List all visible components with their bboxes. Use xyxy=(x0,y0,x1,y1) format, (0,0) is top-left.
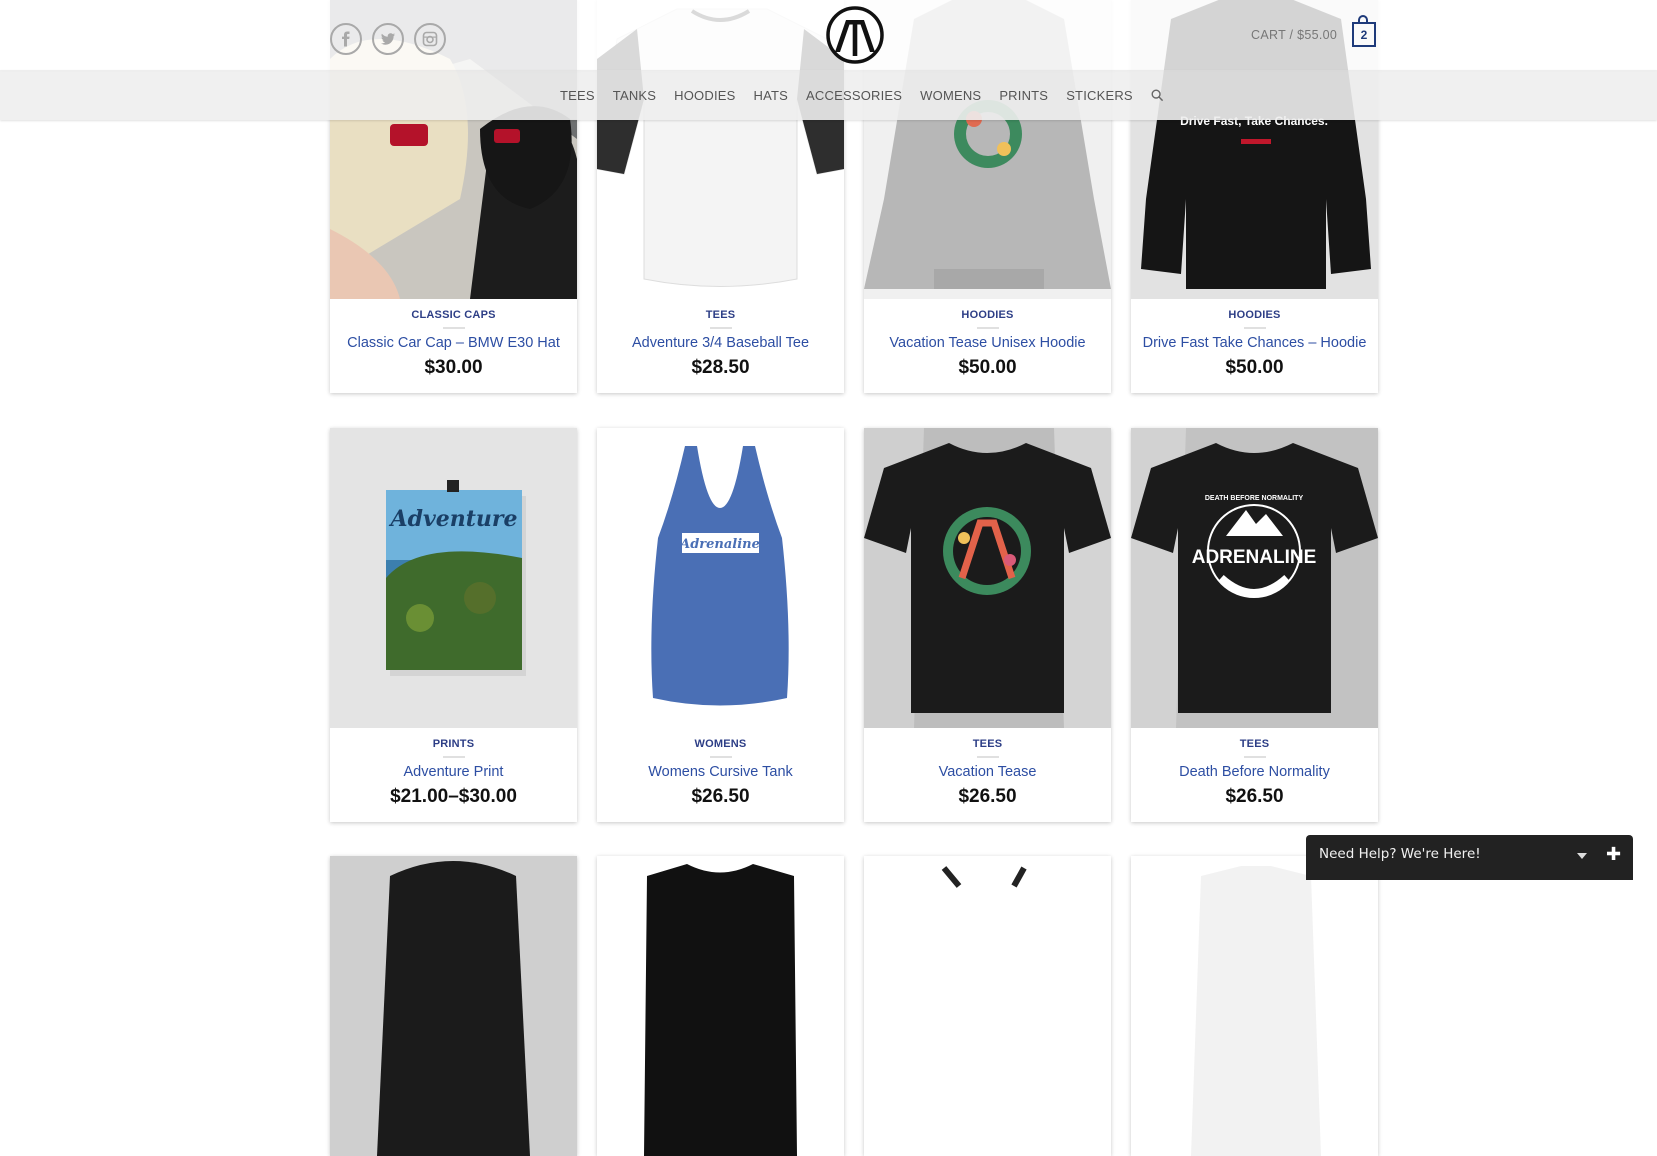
main-nav: TEES TANKS HOODIES HATS ACCESSORIES WOME… xyxy=(0,70,1657,120)
product-category[interactable]: WOMENS xyxy=(597,738,844,750)
chevron-down-icon[interactable] xyxy=(1577,853,1587,859)
divider xyxy=(442,756,465,758)
product-image[interactable] xyxy=(597,856,844,1156)
product-category[interactable]: TEES xyxy=(597,309,844,321)
tank-print-text: Adrenaline xyxy=(678,537,760,552)
product-image[interactable] xyxy=(330,856,577,1156)
instagram-icon[interactable] xyxy=(414,23,446,55)
nav-item-stickers[interactable]: STICKERS xyxy=(1066,88,1133,103)
facebook-icon[interactable] xyxy=(330,23,362,55)
product-price: $26.50 xyxy=(1225,786,1284,807)
product-card[interactable]: DEATH BEFORE NORMALITY ADRENALINE TEES D… xyxy=(1131,428,1378,822)
nav-item-hats[interactable]: HATS xyxy=(754,88,789,103)
chat-label[interactable]: Need Help? We're Here! xyxy=(1319,846,1481,862)
ata-logo[interactable] xyxy=(826,6,884,64)
site-header: CART / $55.00 2 xyxy=(0,0,1657,70)
product-title[interactable]: Vacation Tease xyxy=(864,764,1111,780)
product-card[interactable]: Adrenaline WOMENS Womens Cursive Tank $2… xyxy=(597,428,844,822)
search-icon[interactable] xyxy=(1151,88,1165,102)
divider xyxy=(976,327,999,329)
product-category[interactable]: PRINTS xyxy=(330,738,577,750)
product-price: $50.00 xyxy=(1225,357,1284,378)
product-image[interactable] xyxy=(1131,856,1378,1156)
divider xyxy=(1243,327,1266,329)
product-title[interactable]: Adventure 3/4 Baseball Tee xyxy=(597,335,844,351)
chat-widget[interactable]: Need Help? We're Here! ✚ xyxy=(1306,835,1633,880)
cart-count-badge[interactable]: 2 xyxy=(1352,22,1376,47)
product-title[interactable]: Adventure Print xyxy=(330,764,577,780)
nav-item-hoodies[interactable]: HOODIES xyxy=(674,88,735,103)
product-card[interactable] xyxy=(330,856,577,1156)
product-category[interactable]: CLASSIC CAPS xyxy=(330,309,577,321)
product-price: $21.00–$30.00 xyxy=(390,786,517,807)
divider xyxy=(709,327,732,329)
tee-print-main-text: ADRENALINE xyxy=(1192,547,1317,568)
product-card[interactable] xyxy=(1131,856,1378,1156)
twitter-icon[interactable] xyxy=(372,23,404,55)
product-title[interactable]: Death Before Normality xyxy=(1131,764,1378,780)
plus-icon[interactable]: ✚ xyxy=(1606,844,1621,865)
divider xyxy=(976,756,999,758)
divider xyxy=(709,756,732,758)
nav-item-accessories[interactable]: ACCESSORIES xyxy=(806,88,902,103)
product-card[interactable]: TEES Vacation Tease $26.50 xyxy=(864,428,1111,822)
product-title[interactable]: Classic Car Cap – BMW E30 Hat xyxy=(330,335,577,351)
product-category[interactable]: TEES xyxy=(864,738,1111,750)
product-category[interactable]: TEES xyxy=(1131,738,1378,750)
product-card[interactable] xyxy=(864,856,1111,1156)
poster-print-text: Adventure xyxy=(389,506,518,532)
product-title[interactable]: Vacation Tease Unisex Hoodie xyxy=(864,335,1111,351)
tee-print-top-text: DEATH BEFORE NORMALITY xyxy=(1205,495,1304,502)
product-card[interactable]: Adventure PRINTS Adventure Print $21.00–… xyxy=(330,428,577,822)
nav-item-tees[interactable]: TEES xyxy=(560,88,595,103)
product-category[interactable]: HOODIES xyxy=(864,309,1111,321)
product-image[interactable] xyxy=(864,856,1111,1156)
product-price: $28.50 xyxy=(691,357,750,378)
product-price: $26.50 xyxy=(958,786,1017,807)
product-title[interactable]: Womens Cursive Tank xyxy=(597,764,844,780)
product-image-vacation-tee[interactable] xyxy=(864,428,1111,728)
cart-label[interactable]: CART / $55.00 xyxy=(1251,28,1337,42)
nav-item-tanks[interactable]: TANKS xyxy=(613,88,656,103)
product-image-womens-tank[interactable]: Adrenaline xyxy=(597,428,844,728)
product-price: $26.50 xyxy=(691,786,750,807)
product-title[interactable]: Drive Fast Take Chances – Hoodie xyxy=(1131,335,1378,351)
divider xyxy=(442,327,465,329)
divider xyxy=(1243,756,1266,758)
product-card[interactable] xyxy=(597,856,844,1156)
product-image-adventure-print[interactable]: Adventure xyxy=(330,428,577,728)
product-price: $50.00 xyxy=(958,357,1017,378)
product-image-death-before-normality-tee[interactable]: DEATH BEFORE NORMALITY ADRENALINE xyxy=(1131,428,1378,728)
nav-item-prints[interactable]: PRINTS xyxy=(999,88,1048,103)
product-price: $30.00 xyxy=(424,357,483,378)
product-category[interactable]: HOODIES xyxy=(1131,309,1378,321)
nav-item-womens[interactable]: WOMENS xyxy=(920,88,981,103)
